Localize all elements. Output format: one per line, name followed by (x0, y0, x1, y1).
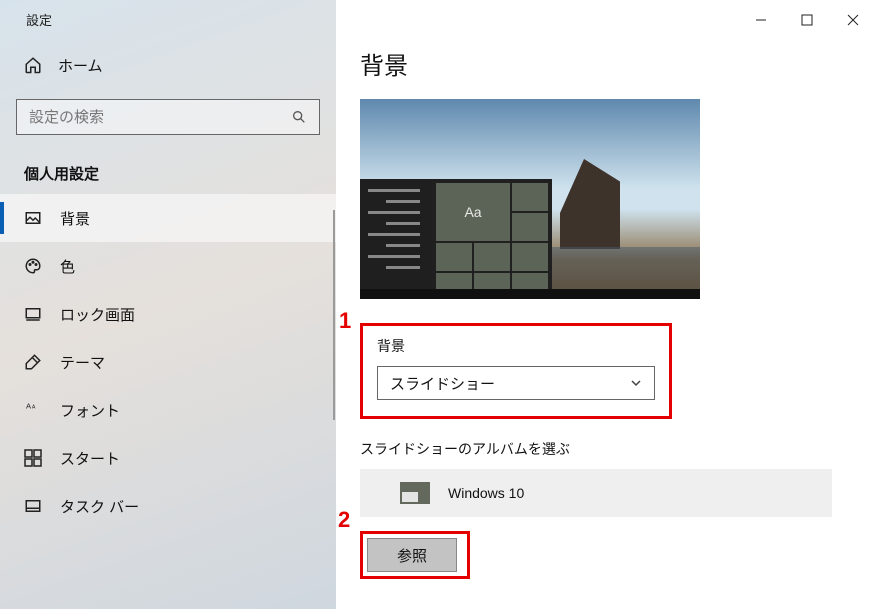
picture-icon (24, 209, 42, 227)
album-thumbnail (400, 482, 430, 504)
browse-highlight: 参照 (360, 531, 470, 579)
search-input-wrap[interactable] (16, 99, 320, 135)
home-icon (24, 56, 42, 74)
sidebar-item-background[interactable]: 背景 (0, 194, 336, 242)
sidebar-item-label: フォント (60, 400, 120, 421)
background-dropdown[interactable]: スライドショー (377, 366, 655, 400)
sidebar-item-label: 背景 (60, 208, 90, 229)
sidebar-item-label: テーマ (60, 352, 105, 373)
callout-2: 2 (338, 507, 350, 533)
album-item[interactable]: Windows 10 (360, 469, 832, 517)
main-panel: 背景 Aa 1 背景 スライドショー (336, 0, 880, 609)
chevron-down-icon (630, 377, 642, 389)
close-button[interactable] (830, 4, 876, 36)
lockscreen-icon (24, 305, 42, 323)
settings-sidebar: 設定 ホーム 個人用設定 背景 色 ロック画面 (0, 0, 336, 609)
sidebar-item-taskbar[interactable]: タスク バー (0, 482, 336, 530)
theme-icon (24, 353, 42, 371)
callout-1: 1 (339, 308, 351, 334)
font-icon: AA (24, 401, 42, 419)
window-title: 設定 (0, 0, 336, 29)
background-dropdown-value: スライドショー (390, 373, 495, 394)
desktop-preview: Aa (360, 99, 700, 299)
album-label: スライドショーのアルバムを選ぶ (360, 439, 880, 459)
start-icon (24, 449, 42, 467)
svg-text:A: A (32, 405, 36, 411)
svg-text:A: A (26, 402, 32, 411)
sidebar-item-themes[interactable]: テーマ (0, 338, 336, 386)
album-name: Windows 10 (448, 485, 524, 501)
sidebar-home[interactable]: ホーム (0, 29, 336, 77)
taskbar-icon (24, 497, 42, 515)
sidebar-section-heading: 個人用設定 (0, 135, 336, 194)
sidebar-item-fonts[interactable]: AA フォント (0, 386, 336, 434)
background-label: 背景 (377, 336, 655, 356)
scrollbar[interactable] (333, 210, 335, 420)
maximize-button[interactable] (784, 4, 830, 36)
preview-sample-tile: Aa (436, 183, 510, 241)
sidebar-item-label: タスク バー (60, 496, 139, 517)
sidebar-item-lockscreen[interactable]: ロック画面 (0, 290, 336, 338)
search-icon (291, 109, 307, 125)
browse-button[interactable]: 参照 (367, 538, 457, 572)
sidebar-item-label: 色 (60, 256, 75, 277)
sidebar-home-label: ホーム (58, 55, 103, 76)
sidebar-item-label: ロック画面 (60, 304, 135, 325)
palette-icon (24, 257, 42, 275)
browse-button-label: 参照 (397, 545, 427, 566)
sidebar-item-label: スタート (60, 448, 120, 469)
sidebar-item-colors[interactable]: 色 (0, 242, 336, 290)
background-setting-highlight: 1 背景 スライドショー (360, 323, 672, 419)
minimize-button[interactable] (738, 4, 784, 36)
search-input[interactable] (29, 109, 291, 126)
sidebar-item-start[interactable]: スタート (0, 434, 336, 482)
